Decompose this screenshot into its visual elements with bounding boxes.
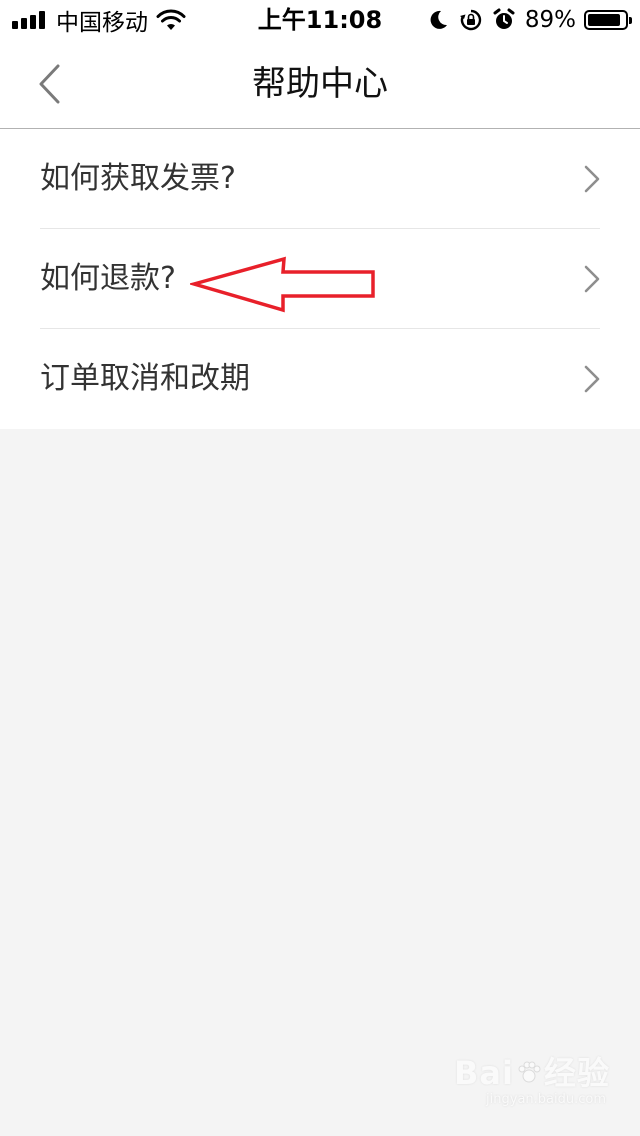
menu-item-invoice[interactable]: 如何获取发票? — [0, 129, 640, 229]
menu-item-label: 订单取消和改期 — [40, 361, 250, 396]
screen: 中国移动 上午11:08 89% 帮助中心 如何获取发票? 如何退款? 订单取消… — [0, 0, 640, 1136]
battery-percent: 89% — [524, 7, 576, 33]
status-bar: 中国移动 上午11:08 89% — [0, 0, 640, 40]
chevron-right-icon — [584, 165, 600, 193]
battery-icon — [584, 10, 632, 30]
menu-item-refund[interactable]: 如何退款? — [0, 229, 640, 329]
watermark-logo: Bai 经验 jingyan.baidu.com — [454, 1048, 610, 1118]
watermark-main: Bai 经验 — [454, 1054, 610, 1092]
watermark-url: jingyan.baidu.com — [486, 1092, 606, 1107]
status-right: 89% — [429, 6, 632, 34]
alarm-icon — [493, 8, 515, 29]
battery-cap — [629, 17, 632, 24]
nav-bar: 帮助中心 — [0, 40, 640, 129]
page-title: 帮助中心 — [252, 64, 388, 104]
help-menu-list: 如何获取发票? 如何退款? 订单取消和改期 — [0, 129, 640, 429]
orientation-lock-icon — [459, 9, 482, 31]
menu-item-label: 如何退款? — [40, 261, 176, 296]
menu-item-cancel-reschedule[interactable]: 订单取消和改期 — [0, 329, 640, 429]
chevron-right-icon — [584, 265, 600, 293]
moon-icon — [430, 10, 447, 29]
battery-fill — [588, 14, 621, 26]
paw-icon — [518, 1061, 541, 1083]
chevron-right-icon — [584, 365, 600, 393]
menu-item-label: 如何获取发票? — [40, 161, 236, 196]
